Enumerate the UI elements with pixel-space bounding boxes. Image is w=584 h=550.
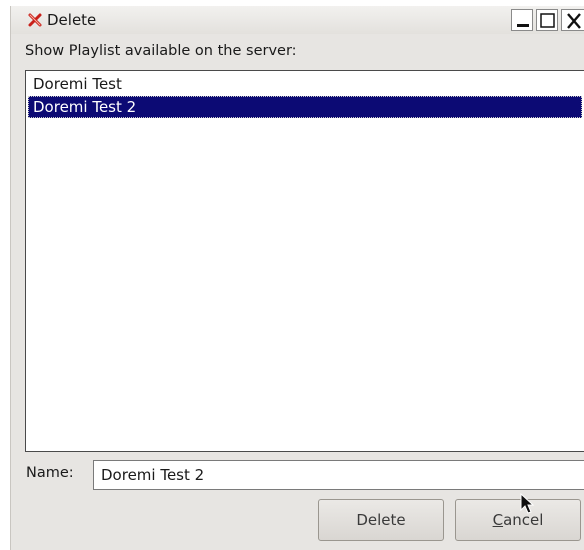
playlist-list[interactable]: Doremi Test Doremi Test 2 (25, 70, 584, 452)
delete-dialog: Delete Show Playlist available on the se… (10, 6, 584, 550)
maximize-icon (540, 13, 555, 28)
name-input[interactable] (93, 460, 584, 490)
maximize-button[interactable] (536, 9, 558, 31)
name-label: Name: (26, 465, 74, 481)
list-item-selected[interactable]: Doremi Test 2 (28, 96, 582, 118)
red-x-icon (27, 12, 43, 28)
close-icon (567, 13, 581, 29)
title-bar[interactable]: Delete (11, 6, 584, 34)
minimize-button[interactable] (511, 9, 533, 31)
cancel-button[interactable]: Cancel (455, 499, 581, 541)
minimize-icon (517, 24, 529, 27)
window-title: Delete (47, 11, 97, 29)
prompt-label: Show Playlist available on the server: (25, 43, 297, 59)
delete-button[interactable]: Delete (318, 499, 444, 541)
close-button[interactable] (561, 9, 584, 31)
cancel-mnemonic: C (492, 511, 504, 529)
list-item[interactable]: Doremi Test (28, 73, 582, 95)
mouse-pointer-icon (520, 492, 536, 519)
